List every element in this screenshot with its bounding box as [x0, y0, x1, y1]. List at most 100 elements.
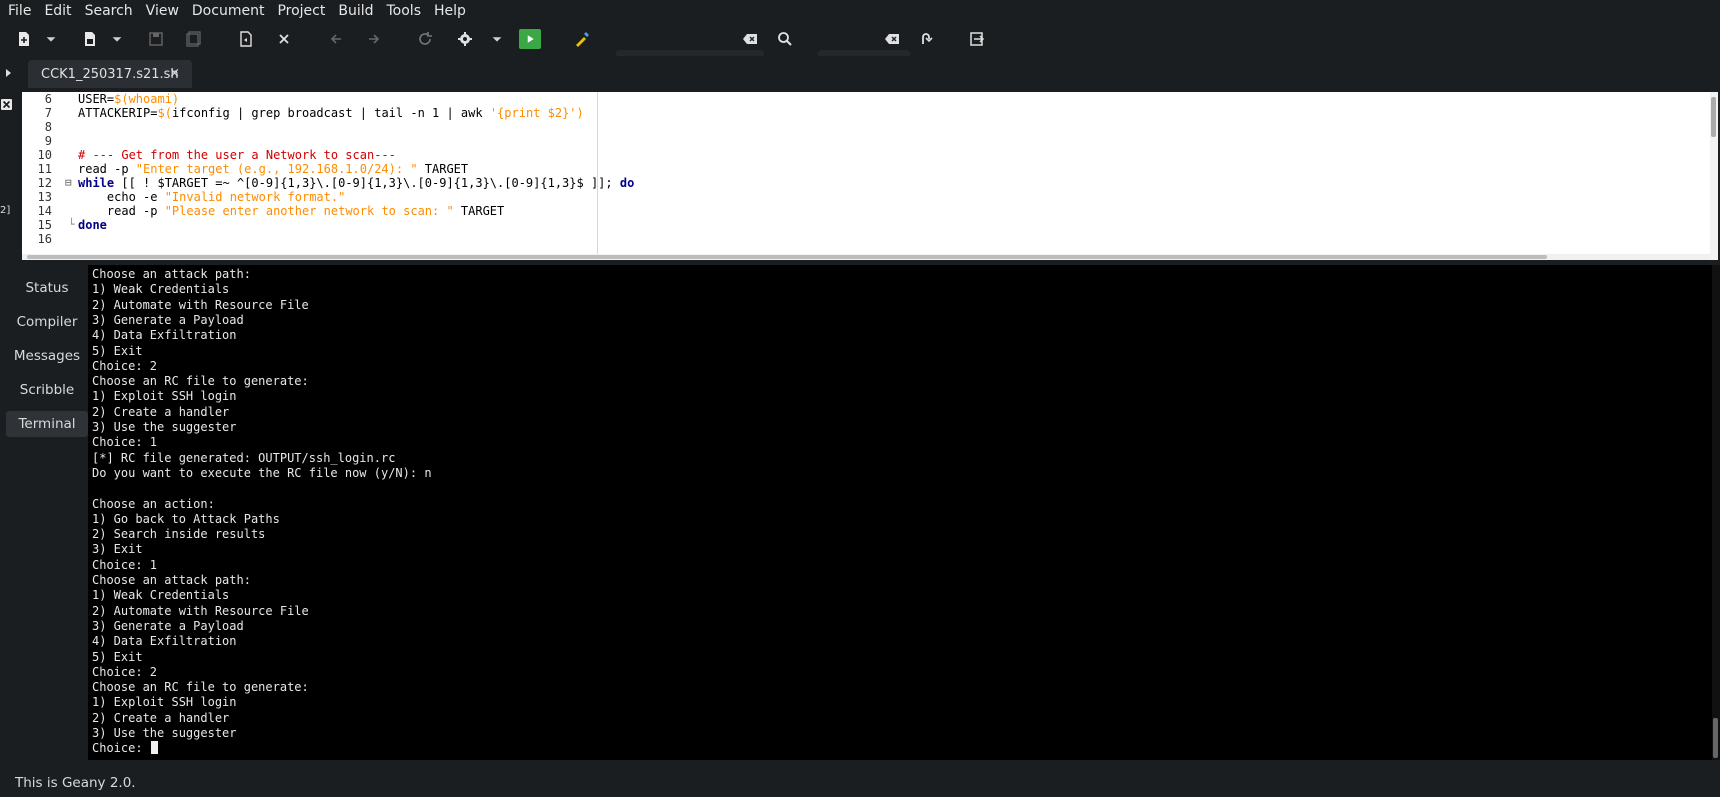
menu-tools[interactable]: Tools: [379, 0, 427, 22]
line-number: 11: [37, 162, 52, 176]
code-line-10: # --- Get from the user a Network to sca…: [78, 148, 396, 162]
quit-icon[interactable]: [965, 27, 989, 51]
line-number: 15: [37, 218, 52, 232]
line-number: 6: [44, 92, 52, 106]
terminal-line: Choice: 1: [92, 557, 158, 572]
new-file-icon[interactable]: [12, 27, 36, 51]
code-line-13: echo -e "Invalid network format.": [78, 190, 346, 204]
editor-vertical-scrollbar[interactable]: [1710, 92, 1718, 260]
tab-scribble[interactable]: Scribble: [6, 377, 88, 403]
left-gutter: 2]: [0, 92, 22, 257]
terminal-line: Choice: 2: [92, 664, 158, 679]
terminal-line: 2) Create a handler: [92, 710, 230, 725]
build-dropdown-icon[interactable]: [490, 27, 504, 51]
terminal[interactable]: Choose an attack path: 1) Weak Credentia…: [88, 265, 1715, 760]
terminal-line: 1) Exploit SSH login: [92, 389, 237, 404]
terminal-line: Choose an attack path:: [92, 267, 251, 281]
reload-icon[interactable]: [413, 27, 437, 51]
color-picker-icon[interactable]: [570, 27, 594, 51]
close-sidebar-icon[interactable]: [1, 99, 12, 110]
nav-forward-icon[interactable]: [362, 27, 386, 51]
tab-messages[interactable]: Messages: [6, 343, 88, 369]
terminal-line: 1) Exploit SSH login: [92, 695, 237, 710]
line-number: 14: [37, 204, 52, 218]
terminal-line: Choose an action:: [92, 496, 215, 511]
clear-search-icon[interactable]: [738, 27, 762, 51]
code-line-7: ATTACKERIP=$(ifconfig | grep broadcast |…: [78, 106, 584, 120]
terminal-line: 3) Generate a Payload: [92, 312, 244, 327]
terminal-line: 1) Weak Credentials: [92, 588, 230, 603]
tab-document[interactable]: CCK1_250317.s21.sh ×: [28, 60, 192, 88]
terminal-line: 5) Exit: [92, 343, 143, 358]
fold-end-marker: └: [68, 218, 75, 231]
save-icon[interactable]: [144, 27, 168, 51]
document-tabs: CCK1_250317.s21.sh ×: [0, 56, 1720, 92]
menu-bar: File Edit Search View Document Project B…: [0, 0, 1720, 22]
gutter-marker: 2]: [0, 205, 11, 216]
open-file-icon[interactable]: [78, 27, 102, 51]
code-line-15: done: [78, 218, 107, 232]
status-text: This is Geany 2.0.: [15, 775, 136, 791]
tab-label: CCK1_250317.s21.sh: [41, 66, 179, 82]
terminal-line: 3) Generate a Payload: [92, 618, 244, 633]
terminal-prompt-line[interactable]: Choice:: [92, 741, 158, 756]
scroll-thumb[interactable]: [1711, 97, 1716, 137]
line-number: 9: [44, 134, 52, 148]
menu-file[interactable]: File: [0, 0, 36, 22]
menu-document[interactable]: Document: [184, 0, 270, 22]
status-bar: This is Geany 2.0.: [0, 770, 1720, 797]
terminal-line: Choose an RC file to generate:: [92, 374, 309, 389]
nav-back-icon[interactable]: [324, 27, 348, 51]
scroll-thumb[interactable]: [27, 255, 1547, 259]
new-dropdown-icon[interactable]: [44, 27, 58, 51]
tab-compiler[interactable]: Compiler: [6, 309, 88, 335]
terminal-line: 3) Exit: [92, 542, 143, 557]
line-number: 13: [37, 190, 52, 204]
menu-edit[interactable]: Edit: [36, 0, 76, 22]
terminal-line: 4) Data Exfiltration: [92, 328, 237, 343]
edge-line: [597, 92, 598, 254]
terminal-line: 2) Create a handler: [92, 404, 230, 419]
fold-toggle-icon[interactable]: ⊟: [65, 176, 72, 189]
revert-icon[interactable]: [234, 27, 258, 51]
sidebar-toggle-icon[interactable]: [6, 69, 11, 77]
terminal-prompt: Choice:: [92, 741, 150, 756]
line-number: 7: [44, 106, 52, 120]
menu-search[interactable]: Search: [77, 0, 138, 22]
tab-terminal[interactable]: Terminal: [6, 411, 88, 437]
tab-close-icon[interactable]: ×: [169, 66, 180, 81]
line-number: 16: [37, 232, 52, 246]
menu-project[interactable]: Project: [269, 0, 330, 22]
menu-help[interactable]: Help: [426, 0, 471, 22]
terminal-line: 5) Exit: [92, 649, 143, 664]
menu-build[interactable]: Build: [330, 0, 378, 22]
code-line-12: while [[ ! $TARGET =~ ^[0-9]{1,3}\.[0-9]…: [78, 176, 635, 190]
goto-line-icon[interactable]: [914, 27, 938, 51]
save-all-icon[interactable]: [182, 27, 206, 51]
line-number: 8: [44, 120, 52, 134]
line-number: 12: [37, 176, 52, 190]
editor-horizontal-scrollbar[interactable]: [22, 254, 1712, 260]
code-line-11: read -p "Enter target (e.g., 192.168.1.0…: [78, 162, 469, 176]
toolbar: [0, 22, 1720, 72]
terminal-line: 3) Use the suggester: [92, 726, 237, 740]
terminal-scrollbar[interactable]: [1712, 265, 1720, 760]
terminal-line: 1) Weak Credentials: [92, 282, 230, 297]
search-icon[interactable]: [773, 27, 797, 51]
tab-status[interactable]: Status: [6, 275, 88, 301]
terminal-line: 2) Search inside results: [92, 527, 266, 542]
open-dropdown-icon[interactable]: [110, 27, 124, 51]
terminal-line: Do you want to execute the RC file now (…: [92, 465, 432, 480]
scroll-thumb[interactable]: [1713, 718, 1718, 758]
terminal-line: [*] RC file generated: OUTPUT/ssh_login.…: [92, 450, 396, 465]
clear-goto-icon[interactable]: [880, 27, 904, 51]
terminal-line: Choose an attack path:: [92, 573, 251, 587]
terminal-cursor: [150, 741, 158, 755]
close-icon[interactable]: [272, 27, 296, 51]
run-icon[interactable]: [519, 29, 541, 49]
build-gear-icon[interactable]: [453, 27, 477, 51]
code-editor[interactable]: 6 7 8 9 10 11 12 13 14 15 16 ⊟ └ USER=$(…: [22, 92, 1712, 254]
menu-view[interactable]: View: [138, 0, 184, 22]
terminal-line: 2) Automate with Resource File: [92, 603, 309, 618]
terminal-line: Choice: 2: [92, 358, 158, 373]
